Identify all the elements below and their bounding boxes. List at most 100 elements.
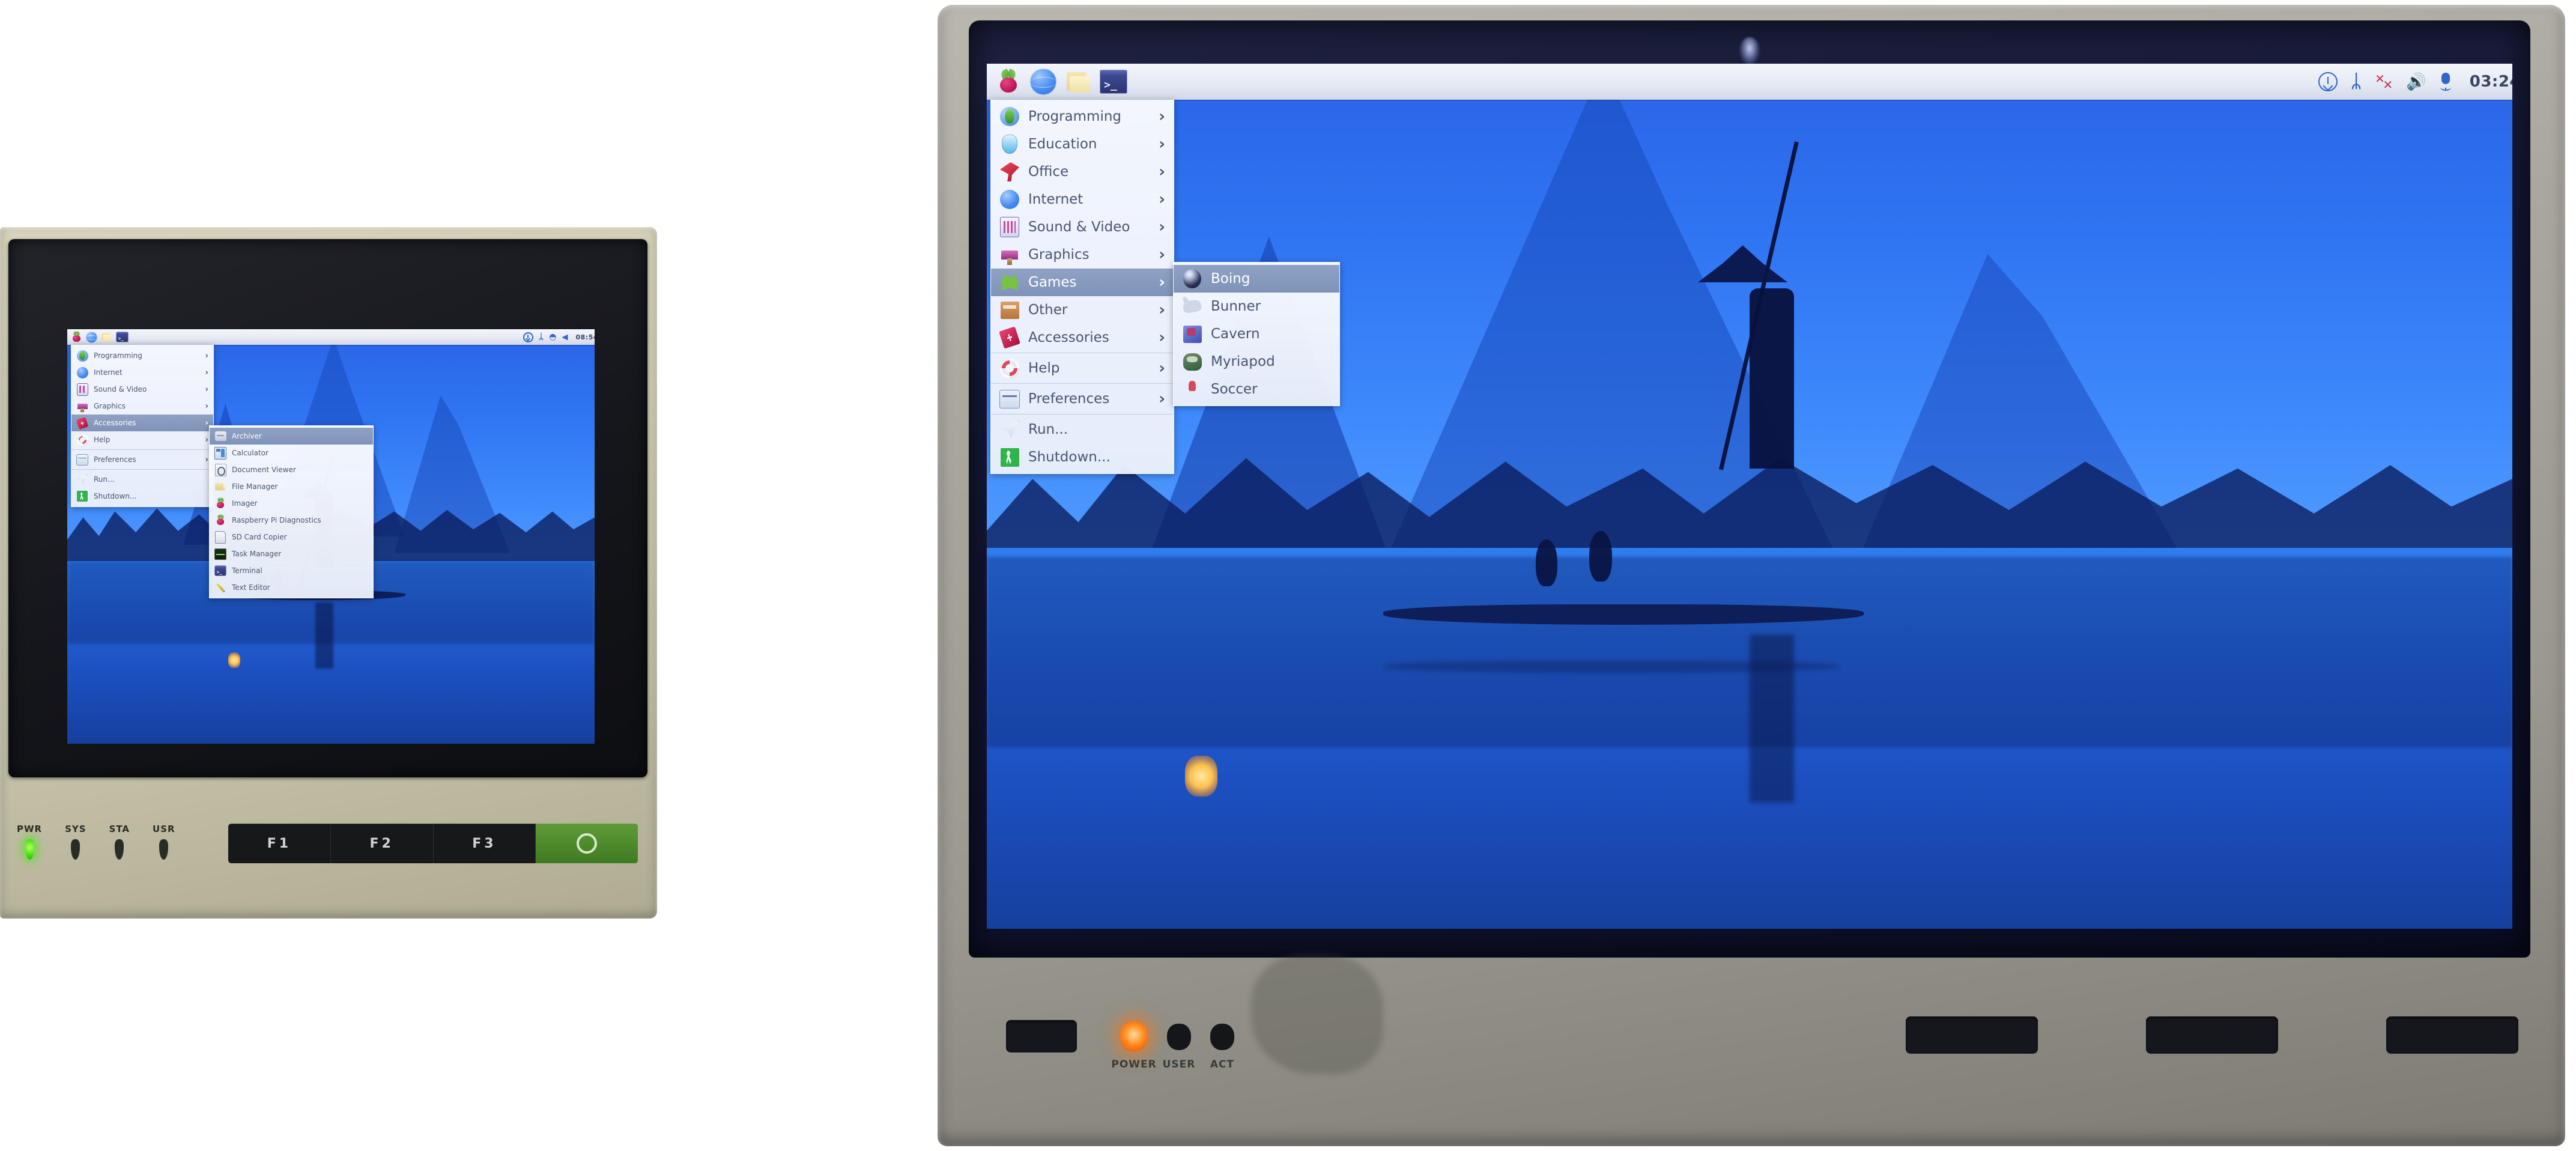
left-device-front-panel: PWR SYS STA USR F1 F2 F3 xyxy=(0,779,657,919)
left-main-menu[interactable]: Programming › Internet › Sound & Video › xyxy=(71,345,214,507)
right-games-submenu[interactable]: Boing Bunner Cavern Myriapod Soccer xyxy=(1173,262,1340,406)
panel-separator xyxy=(900,0,932,1151)
right-menu-item-internet[interactable]: Internet › xyxy=(991,186,1174,213)
user-led xyxy=(1167,1024,1191,1050)
left-submenu-item-document-viewer[interactable]: Document Viewer xyxy=(210,461,373,478)
microphone-icon[interactable] xyxy=(2440,73,2452,91)
left-menu-label: Help xyxy=(94,436,111,444)
left-menu-item-shutdown[interactable]: Shutdown... xyxy=(71,488,213,505)
left-submenu-label: Imager xyxy=(232,499,258,508)
right-menu-item-help[interactable]: Help › xyxy=(991,354,1174,382)
left-submenu-item-archiver[interactable]: Archiver xyxy=(210,428,373,445)
archiver-icon xyxy=(214,430,226,442)
f3-button[interactable]: F3 xyxy=(434,824,536,863)
left-menu-item-help[interactable]: Help › xyxy=(71,431,213,448)
right-menu-item-sound-video[interactable]: Sound & Video › xyxy=(991,213,1174,241)
left-submenu-item-calculator[interactable]: Calculator xyxy=(210,445,373,461)
right-submenu-item-soccer[interactable]: Soccer xyxy=(1174,375,1339,403)
left-submenu-label: SD Card Copier xyxy=(232,533,287,541)
right-menu-item-accessories[interactable]: Accessories › xyxy=(991,324,1174,351)
left-submenu-item-text-editor[interactable]: Text Editor xyxy=(210,579,373,596)
run-icon xyxy=(76,473,88,485)
menu-separator xyxy=(71,469,213,470)
right-menu-item-shutdown[interactable]: Shutdown... xyxy=(991,443,1174,471)
shutdown-icon xyxy=(76,490,88,502)
right-submenu-item-cavern[interactable]: Cavern xyxy=(1174,320,1339,348)
web-browser-icon[interactable] xyxy=(86,331,97,343)
led-indicator xyxy=(25,839,34,860)
wallpaper-raft xyxy=(1383,604,1864,625)
updates-icon[interactable] xyxy=(523,332,533,342)
right-menu-label: Office xyxy=(1028,164,1069,180)
right-main-menu[interactable]: Programming › Education › Office › Inter… xyxy=(990,100,1174,474)
right-submenu-label: Cavern xyxy=(1211,326,1260,342)
right-clock[interactable]: 03:24 xyxy=(2470,73,2512,91)
calculator-icon xyxy=(214,446,226,460)
volume-icon[interactable]: ◀ xyxy=(562,333,568,341)
menu-separator xyxy=(71,449,213,450)
f2-button[interactable]: F2 xyxy=(331,824,434,863)
updates-icon[interactable] xyxy=(2318,72,2338,91)
raspberry-menu-icon[interactable] xyxy=(995,68,1022,95)
programming-icon xyxy=(999,106,1020,127)
file-manager-icon[interactable] xyxy=(101,332,112,343)
right-menu-item-preferences[interactable]: Preferences › xyxy=(991,385,1174,413)
left-menu-item-sound-video[interactable]: Sound & Video › xyxy=(71,381,213,398)
left-menu-item-programming[interactable]: Programming › xyxy=(71,347,213,364)
wallpaper-cormorant xyxy=(1536,539,1558,586)
left-menu-label: Run... xyxy=(94,475,115,484)
document-viewer-icon xyxy=(214,463,226,476)
left-menu-item-accessories[interactable]: Accessories › xyxy=(71,415,213,431)
left-submenu-item-terminal[interactable]: Terminal xyxy=(210,562,373,579)
led-label: PWR xyxy=(17,824,43,834)
right-menu-item-games[interactable]: Games › xyxy=(991,269,1174,296)
left-menu-label: Sound & Video xyxy=(94,385,147,393)
volume-icon[interactable]: 🔊 xyxy=(2406,74,2426,90)
right-submenu-item-boing[interactable]: Boing xyxy=(1174,265,1339,293)
left-submenu-item-task-manager[interactable]: Task Manager xyxy=(210,545,373,562)
left-submenu-label: Calculator xyxy=(232,449,268,457)
left-submenu-item-file-manager[interactable]: File Manager xyxy=(210,478,373,495)
left-menu-item-graphics[interactable]: Graphics › xyxy=(71,398,213,415)
terminal-icon[interactable] xyxy=(116,332,129,342)
right-menu-item-graphics[interactable]: Graphics › xyxy=(991,241,1174,269)
bluetooth-icon[interactable]: ᛦ xyxy=(539,333,544,341)
right-menu-item-run[interactable]: Run... xyxy=(991,416,1174,443)
right-submenu-item-bunner[interactable]: Bunner xyxy=(1174,293,1339,320)
left-submenu-item-sd-card-copier[interactable]: SD Card Copier xyxy=(210,529,373,545)
network-disconnected-icon[interactable]: ✕ ✕ xyxy=(2375,73,2393,91)
right-menu-label: Sound & Video xyxy=(1028,219,1130,235)
sound-video-icon xyxy=(999,217,1020,237)
wallpaper-lantern xyxy=(228,652,240,669)
left-menu-item-run[interactable]: Run... xyxy=(71,471,213,488)
web-browser-icon[interactable] xyxy=(1030,68,1056,95)
right-menu-item-office[interactable]: Office › xyxy=(991,158,1174,186)
left-taskbar: ᛦ ◓ ◀ 08:54 xyxy=(67,329,595,345)
wifi-icon[interactable]: ◓ xyxy=(549,333,556,341)
file-manager-icon[interactable] xyxy=(1065,68,1091,95)
help-icon xyxy=(999,358,1020,378)
power-button[interactable] xyxy=(536,824,638,863)
left-submenu-item-diagnostics[interactable]: Raspberry Pi Diagnostics xyxy=(210,512,373,529)
bluetooth-icon[interactable]: ᛦ xyxy=(2351,73,2362,91)
chevron-right-icon: › xyxy=(205,435,208,445)
left-accessories-submenu[interactable]: Archiver Calculator Document Viewer File… xyxy=(209,425,374,598)
left-menu-label: Shutdown... xyxy=(94,492,137,500)
rear-vent-slot xyxy=(1906,1016,2038,1054)
led-indicator xyxy=(115,839,124,860)
left-taskbar-launchers xyxy=(71,331,129,343)
left-menu-item-preferences[interactable]: Preferences › xyxy=(71,451,213,468)
raspberry-menu-icon[interactable] xyxy=(71,331,82,343)
left-clock[interactable]: 08:54 xyxy=(575,333,595,341)
right-menu-item-other[interactable]: Other › xyxy=(991,296,1174,324)
internet-icon xyxy=(999,189,1020,210)
right-submenu-item-myriapod[interactable]: Myriapod xyxy=(1174,348,1339,375)
left-submenu-item-imager[interactable]: Imager xyxy=(210,495,373,512)
wallpaper-fisherman-reflection xyxy=(315,603,333,669)
terminal-icon[interactable] xyxy=(1100,70,1127,94)
terminal-icon xyxy=(214,565,226,577)
right-menu-item-programming[interactable]: Programming › xyxy=(991,103,1174,130)
right-menu-item-education[interactable]: Education › xyxy=(991,130,1174,158)
left-menu-item-internet[interactable]: Internet › xyxy=(71,364,213,381)
f1-button[interactable]: F1 xyxy=(228,824,331,863)
